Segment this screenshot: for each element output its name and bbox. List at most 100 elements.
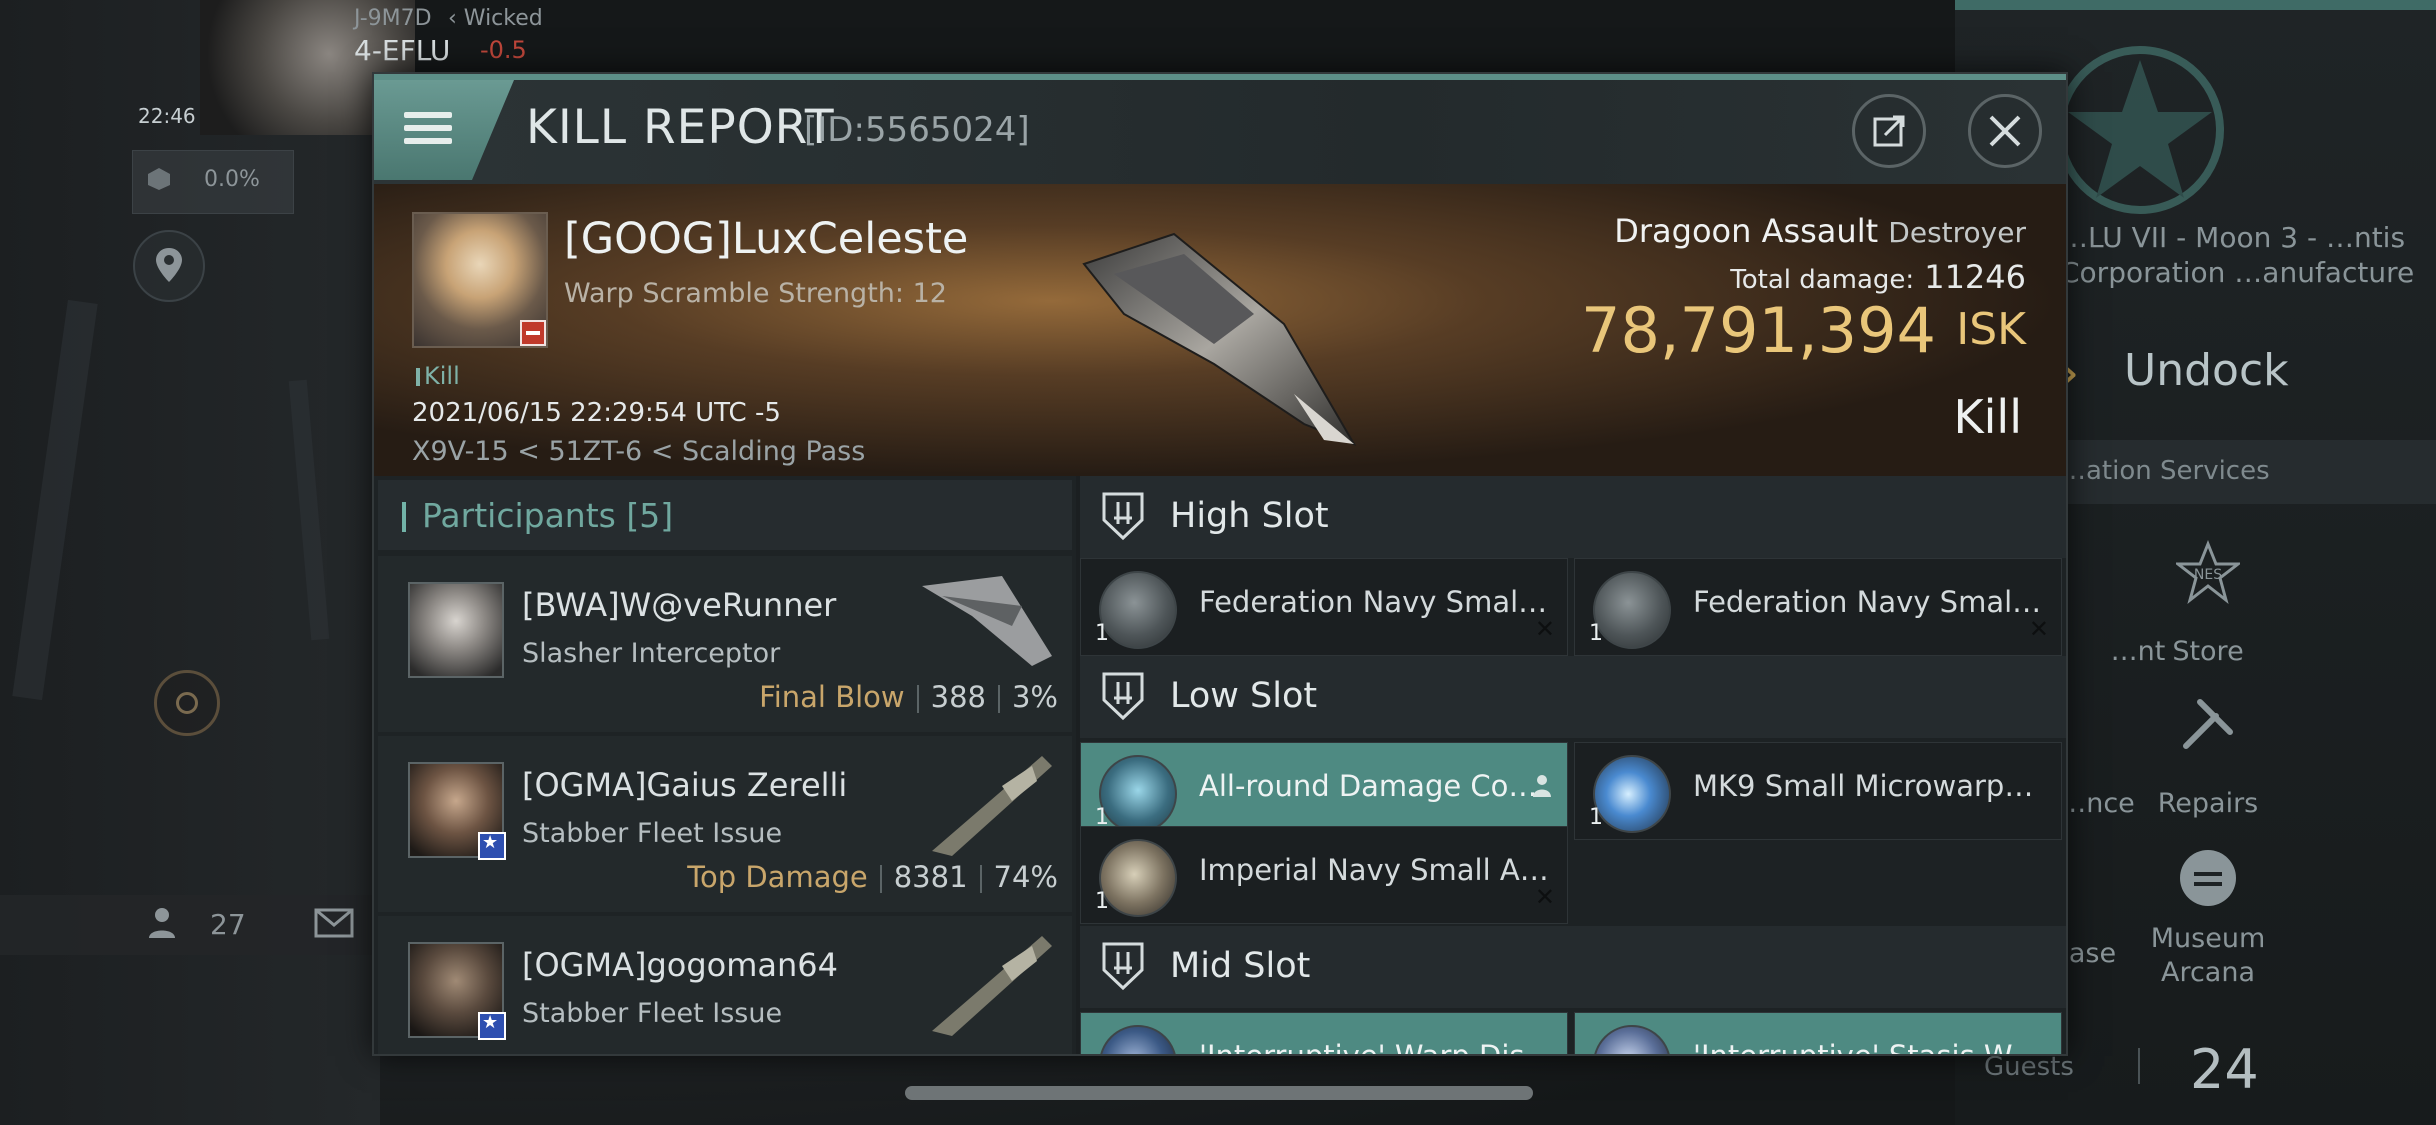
person-icon xyxy=(1533,775,1551,797)
mail-icon[interactable] xyxy=(314,908,354,938)
cargo-percent: 0.0% xyxy=(204,167,260,192)
module-name: 'Interruptive' Stasis Webifier xyxy=(1693,1039,2049,1056)
module-name: Federation Navy Small Rifle... xyxy=(1693,585,2049,619)
service-repairs[interactable]: Repairs xyxy=(2133,788,2283,819)
module-card[interactable]: 1 Federation Navy Small Rifle... ✕ xyxy=(1574,558,2062,656)
mid-slot-header: Mid Slot xyxy=(1080,926,2066,1008)
high-slot-title: High Slot xyxy=(1170,496,1329,536)
system-nearby: J-9M7D xyxy=(354,6,432,31)
stabber-ship-image xyxy=(932,756,1052,856)
participant-portrait[interactable] xyxy=(408,582,504,678)
close-icon xyxy=(1989,115,2021,147)
low-slot-header: Low Slot xyxy=(1080,656,2066,738)
total-damage: Total damage: 11246 xyxy=(1730,258,2026,296)
module-card[interactable]: 1 Imperial Navy Small Armor... ✕ xyxy=(1080,826,1568,924)
warp-scramble-strength: Warp Scramble Strength: 12 xyxy=(564,278,947,309)
low-slot-title: Low Slot xyxy=(1170,676,1318,716)
share-button[interactable] xyxy=(1852,94,1926,168)
participant-ship: Stabber Fleet Issue xyxy=(522,818,783,849)
module-quantity: 1 xyxy=(1095,621,1109,646)
armor-repairer-icon xyxy=(1099,839,1177,917)
high-slot-icon xyxy=(1102,492,1144,541)
module-quantity: 1 xyxy=(1589,805,1603,830)
participant-ship: Stabber Fleet Issue xyxy=(522,998,783,1029)
damage-control-icon xyxy=(1099,755,1177,833)
participant-row[interactable]: [OGMA]gogoman64 Stabber Fleet Issue xyxy=(378,916,1072,1054)
current-system[interactable]: 4-EFLU xyxy=(354,34,450,67)
participant-row[interactable]: [BWA]W@veRunner Slasher Interceptor Fina… xyxy=(378,556,1072,732)
stabber-ship-image xyxy=(932,936,1052,1036)
home-indicator[interactable] xyxy=(905,1086,1533,1100)
station-name: …LU VII - Moon 3 - …ntis Corporation …an… xyxy=(2060,221,2415,289)
participants-title: Participants [5] xyxy=(422,496,674,535)
close-button[interactable] xyxy=(1968,94,2042,168)
svg-text:NES: NES xyxy=(2194,567,2222,583)
kill-location[interactable]: X9V-15 < 51ZT-6 < Scalding Pass xyxy=(412,436,865,467)
repairs-icon xyxy=(2183,699,2233,749)
undock-button[interactable]: Undock xyxy=(2124,345,2289,396)
destroyed-icon: ✕ xyxy=(1534,883,1555,911)
station-services-label: …ation Services xyxy=(2060,456,2270,486)
station-panel-topbar xyxy=(1955,0,2436,10)
victim-name[interactable]: [GOOG]LuxCeleste xyxy=(564,214,968,264)
museum-icon xyxy=(2180,850,2236,906)
module-quantity: 1 xyxy=(1589,621,1603,646)
kill-timestamp: 2021/06/15 22:29:54 UTC -5 xyxy=(412,398,781,428)
module-name: Federation Navy Small Rifle... xyxy=(1199,585,1555,619)
participant-stats: Final Blow 388 3% xyxy=(759,680,1058,714)
module-name: 'Interruptive' Warp Disruptor xyxy=(1199,1039,1555,1056)
module-card[interactable]: 1 Federation Navy Small Rifle... ✕ xyxy=(1080,558,1568,656)
local-count[interactable]: 27 xyxy=(210,908,246,941)
security-status: -0.5 xyxy=(480,36,527,64)
participant-stats: Top Damage 8381 74% xyxy=(687,860,1058,894)
hostile-standing-badge xyxy=(520,320,546,346)
module-name: Imperial Navy Small Armor... xyxy=(1199,853,1555,887)
isk-unit: ISK xyxy=(1956,304,2026,355)
module-card[interactable]: 1 MK9 Small Microwarpdrive xyxy=(1574,742,2062,840)
participants-header: Participants [5] xyxy=(378,480,1072,550)
high-slot-header: High Slot xyxy=(1080,476,2066,558)
kill-id: [ID:5565024] xyxy=(804,110,1030,150)
kill-result: Kill xyxy=(1953,390,2022,444)
destroyed-icon: ✕ xyxy=(2028,615,2049,643)
location-button[interactable] xyxy=(133,230,205,302)
mid-slot-title: Mid Slot xyxy=(1170,946,1311,986)
ship-name[interactable]: Dragoon Assault Destroyer xyxy=(1614,212,2026,250)
participant-name: [OGMA]gogoman64 xyxy=(522,946,839,984)
module-name: MK9 Small Microwarpdrive xyxy=(1693,769,2049,803)
participant-name: [BWA]W@veRunner xyxy=(522,586,837,624)
guests-label: Guests xyxy=(1984,1052,2074,1082)
participant-row[interactable]: [OGMA]Gaius Zerelli Stabber Fleet Issue … xyxy=(378,736,1072,912)
destroyed-icon: ✕ xyxy=(1534,615,1555,643)
service-store[interactable]: Store xyxy=(2133,636,2283,667)
destroyer-ship-image[interactable] xyxy=(1054,204,1394,464)
isk-value: 78,791,394 xyxy=(1581,294,1936,367)
participant-ship: Slasher Interceptor xyxy=(522,638,781,669)
fleet-star-icon xyxy=(478,832,506,860)
share-icon xyxy=(1873,115,1905,147)
low-slot-icon xyxy=(1102,672,1144,721)
participant-name: [OGMA]Gaius Zerelli xyxy=(522,766,848,804)
module-name: All-round Damage Control xyxy=(1199,769,1555,803)
service-museum[interactable]: Museum Arcana xyxy=(2133,922,2283,990)
mid-slot-icon xyxy=(1102,942,1144,991)
module-card-dropped[interactable]: 'Interruptive' Stasis Webifier xyxy=(1574,1012,2062,1056)
kill-report-modal: KILL REPORT [ID:5565024] [GOOG]LuxCelest… xyxy=(372,72,2068,1056)
people-icon xyxy=(149,908,175,938)
interceptor-ship-image xyxy=(922,576,1052,666)
module-quantity: 1 xyxy=(1095,889,1109,914)
stasis-webifier-icon xyxy=(1593,1025,1671,1054)
cargo-icon xyxy=(148,168,170,190)
fitting-panel: High Slot 1 Federation Navy Small Rifle.… xyxy=(1080,476,2066,1054)
module-card-dropped[interactable]: 'Interruptive' Warp Disruptor xyxy=(1080,1012,1568,1056)
system-standing: ‹ Wicked xyxy=(448,6,543,31)
warp-disruptor-icon xyxy=(1099,1025,1177,1054)
guests-divider xyxy=(2138,1048,2140,1084)
kill-summary-banner: [GOOG]LuxCeleste Warp Scramble Strength:… xyxy=(374,184,2066,476)
microwarpdrive-icon xyxy=(1593,755,1671,833)
store-icon: NES xyxy=(2176,540,2240,604)
railgun-module-icon xyxy=(1099,571,1177,649)
guests-count[interactable]: 24 xyxy=(2190,1038,2259,1101)
clock: 22:46 xyxy=(138,104,196,128)
target-button[interactable] xyxy=(154,670,220,736)
